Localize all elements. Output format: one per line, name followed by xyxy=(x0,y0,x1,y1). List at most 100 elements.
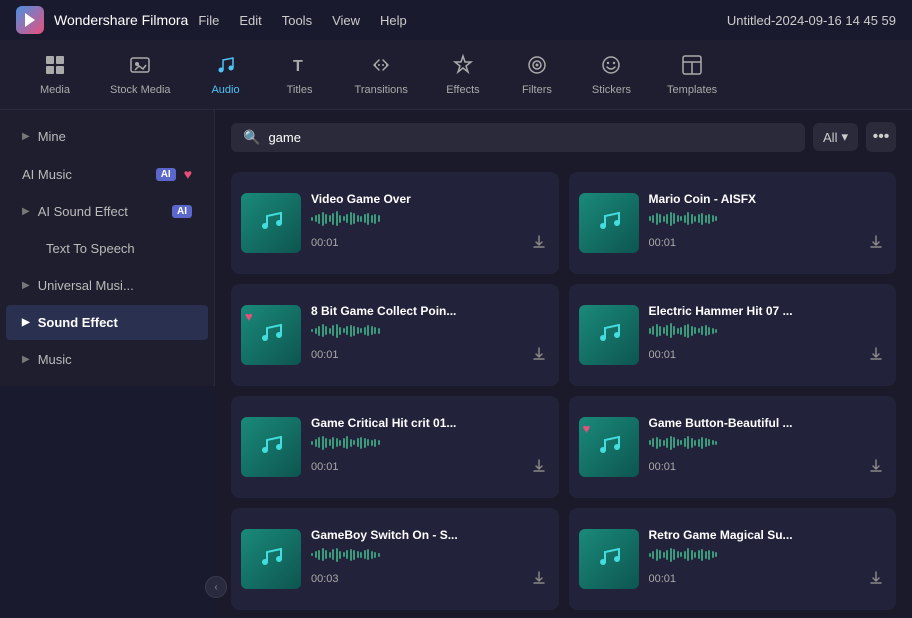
nav-templates-label: Templates xyxy=(667,84,717,96)
sidebar-item-sound-effect[interactable]: ▶ Sound Effect xyxy=(6,305,208,340)
audio-card-mario-coin[interactable]: Mario Coin - AISFX 00:01 xyxy=(569,172,897,274)
audio-waveform-mario-coin xyxy=(649,210,887,228)
project-title: Untitled-2024-09-16 14 45 59 xyxy=(727,13,896,28)
download-button-electric-hammer[interactable] xyxy=(866,344,886,367)
download-button-video-game-over[interactable] xyxy=(529,232,549,255)
nav-stickers-label: Stickers xyxy=(592,84,631,96)
audio-title-gameboy-switch-on: GameBoy Switch On - S... xyxy=(311,528,549,542)
audio-note-icon-electric-hammer xyxy=(595,318,623,352)
nav-titles-label: Titles xyxy=(287,84,313,96)
audio-duration-game-critical-hit: 00:01 xyxy=(311,461,339,473)
download-button-game-critical-hit[interactable] xyxy=(529,456,549,479)
app-name: Wondershare Filmora xyxy=(54,12,188,28)
audio-title-retro-game-magical: Retro Game Magical Su... xyxy=(649,528,887,542)
search-filter-dropdown[interactable]: All ▾ xyxy=(813,123,858,151)
nav-media[interactable]: Media xyxy=(20,46,90,104)
filter-label: All xyxy=(823,130,837,145)
search-icon: 🔍 xyxy=(243,129,260,146)
sidebar-ai-music-label: AI Music xyxy=(22,167,148,182)
main-layout: ▶ Mine AI Music AI ♥ ▶ AI Sound Effect A… xyxy=(0,110,912,618)
nav-titles[interactable]: T Titles xyxy=(265,46,335,104)
download-button-game-button-beautiful[interactable] xyxy=(866,456,886,479)
audio-meta-video-game-over: 00:01 xyxy=(311,232,549,255)
menu-file[interactable]: File xyxy=(198,13,219,28)
audio-card-8bit-game-collect[interactable]: ♥ 8 Bit Game Collect Poin... 00:01 xyxy=(231,284,559,386)
nav-filters[interactable]: Filters xyxy=(502,46,572,104)
menu-edit[interactable]: Edit xyxy=(239,13,261,28)
audio-meta-8bit-game-collect: 00:01 xyxy=(311,344,549,367)
nav-stickers[interactable]: Stickers xyxy=(576,46,647,104)
download-button-gameboy-switch-on[interactable] xyxy=(529,568,549,591)
nav-transitions[interactable]: Transitions xyxy=(339,46,424,104)
audio-thumb-electric-hammer xyxy=(579,305,639,365)
audio-info-electric-hammer: Electric Hammer Hit 07 ... 00:01 xyxy=(649,304,887,367)
audio-duration-gameboy-switch-on: 00:03 xyxy=(311,573,339,585)
audio-duration-8bit-game-collect: 00:01 xyxy=(311,349,339,361)
audio-waveform-video-game-over xyxy=(311,210,549,228)
stickers-icon xyxy=(600,54,622,80)
effects-icon xyxy=(452,54,474,80)
nav-audio-label: Audio xyxy=(211,84,239,96)
search-input[interactable] xyxy=(268,130,793,145)
content-area: 🔍 All ▾ ••• Video Game Over xyxy=(215,110,912,618)
ai-music-badge: AI xyxy=(156,168,176,181)
filter-chevron-icon: ▾ xyxy=(841,129,848,145)
audio-card-game-critical-hit[interactable]: Game Critical Hit crit 01... 00:01 xyxy=(231,396,559,498)
sidebar-item-music[interactable]: ▶ Music xyxy=(6,342,208,377)
transitions-icon xyxy=(370,54,392,80)
sidebar-sound-effect-label: Sound Effect xyxy=(38,315,192,330)
audio-duration-mario-coin: 00:01 xyxy=(649,237,677,249)
nav-stock-media[interactable]: Stock Media xyxy=(94,46,187,104)
sidebar-item-ai-music[interactable]: AI Music AI ♥ xyxy=(6,156,208,192)
audio-thumb-game-button-beautiful: ♥ xyxy=(579,417,639,477)
audio-card-gameboy-switch-on[interactable]: GameBoy Switch On - S... 00:03 xyxy=(231,508,559,610)
audio-card-retro-game-magical[interactable]: Retro Game Magical Su... 00:01 xyxy=(569,508,897,610)
audio-card-game-button-beautiful[interactable]: ♥ Game Button-Beautiful ... 00:01 xyxy=(569,396,897,498)
audio-meta-game-button-beautiful: 00:01 xyxy=(649,456,887,479)
more-options-button[interactable]: ••• xyxy=(866,122,896,152)
audio-note-icon-retro-game-magical xyxy=(595,542,623,576)
audio-meta-game-critical-hit: 00:01 xyxy=(311,456,549,479)
download-button-mario-coin[interactable] xyxy=(866,232,886,255)
audio-info-gameboy-switch-on: GameBoy Switch On - S... 00:03 xyxy=(311,528,549,591)
audio-meta-retro-game-magical: 00:01 xyxy=(649,568,887,591)
audio-duration-electric-hammer: 00:01 xyxy=(649,349,677,361)
menu-tools[interactable]: Tools xyxy=(282,13,312,28)
audio-note-icon-gameboy-switch-on xyxy=(257,542,285,576)
nav-effects[interactable]: Effects xyxy=(428,46,498,104)
nav-templates[interactable]: Templates xyxy=(651,46,733,104)
sidebar-item-text-to-speech[interactable]: Text To Speech xyxy=(6,231,208,266)
ai-music-heart-icon: ♥ xyxy=(184,166,192,182)
nav-stock-media-label: Stock Media xyxy=(110,84,171,96)
audio-meta-gameboy-switch-on: 00:03 xyxy=(311,568,549,591)
audio-title-game-critical-hit: Game Critical Hit crit 01... xyxy=(311,416,549,430)
menu-view[interactable]: View xyxy=(332,13,360,28)
audio-thumb-video-game-over xyxy=(241,193,301,253)
audio-waveform-game-button-beautiful xyxy=(649,434,887,452)
audio-card-electric-hammer[interactable]: Electric Hammer Hit 07 ... 00:01 xyxy=(569,284,897,386)
search-bar: 🔍 All ▾ ••• xyxy=(215,110,912,164)
audio-info-video-game-over: Video Game Over 00:01 xyxy=(311,192,549,255)
sidebar-item-universal-music[interactable]: ▶ Universal Musi... xyxy=(6,268,208,303)
audio-note-icon-game-critical-hit xyxy=(257,430,285,464)
download-button-retro-game-magical[interactable] xyxy=(866,568,886,591)
media-icon xyxy=(44,54,66,80)
sidebar-collapse-button[interactable]: ‹ xyxy=(205,576,227,598)
ai-sound-arrow-icon: ▶ xyxy=(22,206,30,217)
menu-help[interactable]: Help xyxy=(380,13,407,28)
audio-title-8bit-game-collect: 8 Bit Game Collect Poin... xyxy=(311,304,549,318)
audio-note-icon-mario-coin xyxy=(595,206,623,240)
sidebar-item-ai-sound-effect[interactable]: ▶ AI Sound Effect AI xyxy=(6,194,208,229)
audio-title-video-game-over: Video Game Over xyxy=(311,192,549,206)
audio-card-video-game-over[interactable]: Video Game Over 00:01 xyxy=(231,172,559,274)
sidebar-item-mine[interactable]: ▶ Mine xyxy=(6,119,208,154)
download-button-8bit-game-collect[interactable] xyxy=(529,344,549,367)
sidebar: ▶ Mine AI Music AI ♥ ▶ AI Sound Effect A… xyxy=(0,110,215,386)
topnav: Media Stock Media Audio T Titles xyxy=(0,40,912,110)
audio-thumb-8bit-game-collect: ♥ xyxy=(241,305,301,365)
audio-info-game-button-beautiful: Game Button-Beautiful ... 00:01 xyxy=(649,416,887,479)
nav-effects-label: Effects xyxy=(446,84,479,96)
nav-audio[interactable]: Audio xyxy=(191,46,261,104)
audio-title-electric-hammer: Electric Hammer Hit 07 ... xyxy=(649,304,887,318)
audio-duration-retro-game-magical: 00:01 xyxy=(649,573,677,585)
